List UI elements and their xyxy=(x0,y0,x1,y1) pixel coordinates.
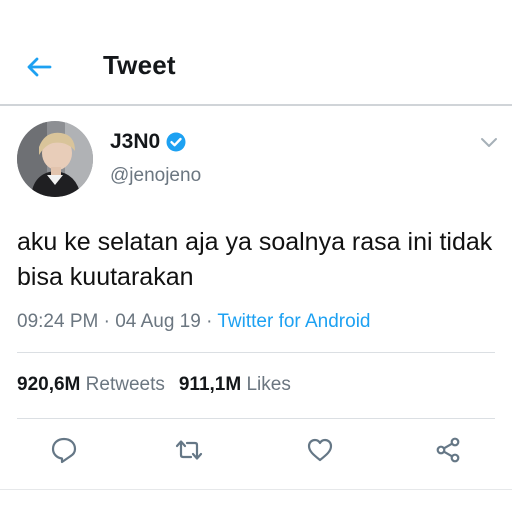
meta-separator: · xyxy=(103,311,110,332)
header: Tweet xyxy=(0,0,512,104)
retweet-icon[interactable] xyxy=(175,436,203,464)
divider xyxy=(17,352,495,353)
retweets-count: 920,6M xyxy=(17,374,81,395)
verified-badge-icon xyxy=(166,132,186,152)
back-arrow-icon[interactable] xyxy=(24,52,54,82)
divider xyxy=(0,489,512,490)
reply-icon[interactable] xyxy=(50,436,78,464)
meta-separator: · xyxy=(206,311,213,332)
tweet-text: aku ke selatan aja ya soalnya rasa ini t… xyxy=(17,228,493,291)
like-icon[interactable] xyxy=(306,436,334,464)
header-divider xyxy=(0,104,512,106)
user-handle[interactable]: @jenojeno xyxy=(110,165,201,187)
share-icon[interactable] xyxy=(434,436,462,464)
divider xyxy=(17,418,495,419)
retweets-label: Retweets xyxy=(85,374,165,395)
likes-count: 911,1M xyxy=(178,374,242,395)
page-title: Tweet xyxy=(103,50,176,80)
tweet-meta: 09:24 PM · 04 Aug 19 · Twitter for Andro… xyxy=(17,311,370,333)
retweets-stat[interactable]: 920,6M Retweets xyxy=(17,374,165,395)
tweet-stats: 920,6M Retweets 911,1M Likes xyxy=(17,374,291,396)
likes-stat[interactable]: 911,1M Likes xyxy=(179,374,291,395)
author-row: J3N0 xyxy=(110,130,186,154)
tweet-time: 09:24 PM xyxy=(17,311,99,332)
likes-label: Likes xyxy=(246,374,291,395)
display-name[interactable]: J3N0 xyxy=(110,130,160,154)
avatar[interactable] xyxy=(17,121,93,197)
chevron-down-icon[interactable] xyxy=(480,137,498,149)
tweet-source-link[interactable]: Twitter for Android xyxy=(217,311,370,332)
tweet-date: 04 Aug 19 xyxy=(115,311,201,332)
